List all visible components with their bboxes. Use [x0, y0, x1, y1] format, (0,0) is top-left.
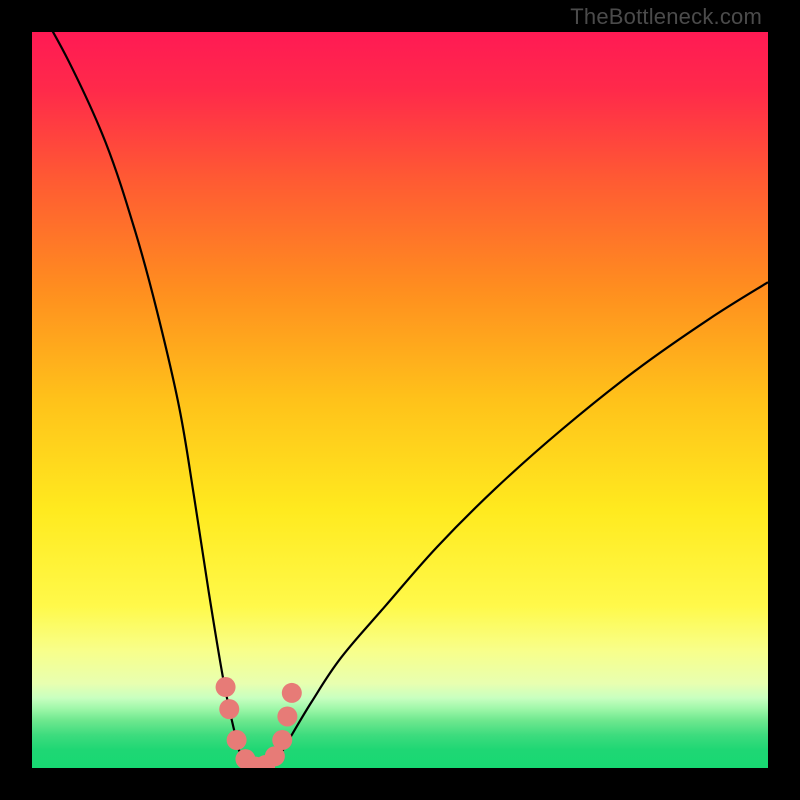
curve-layer — [32, 32, 768, 768]
marker-point — [227, 730, 247, 750]
watermark-text: TheBottleneck.com — [570, 4, 762, 30]
bottleneck-curve — [32, 32, 768, 768]
marker-point — [277, 706, 297, 726]
plot-area — [32, 32, 768, 768]
marker-point — [272, 730, 292, 750]
marker-point — [282, 683, 302, 703]
marker-point — [219, 699, 239, 719]
chart-frame: TheBottleneck.com — [0, 0, 800, 800]
marker-point — [216, 677, 236, 697]
marker-group — [216, 677, 302, 768]
